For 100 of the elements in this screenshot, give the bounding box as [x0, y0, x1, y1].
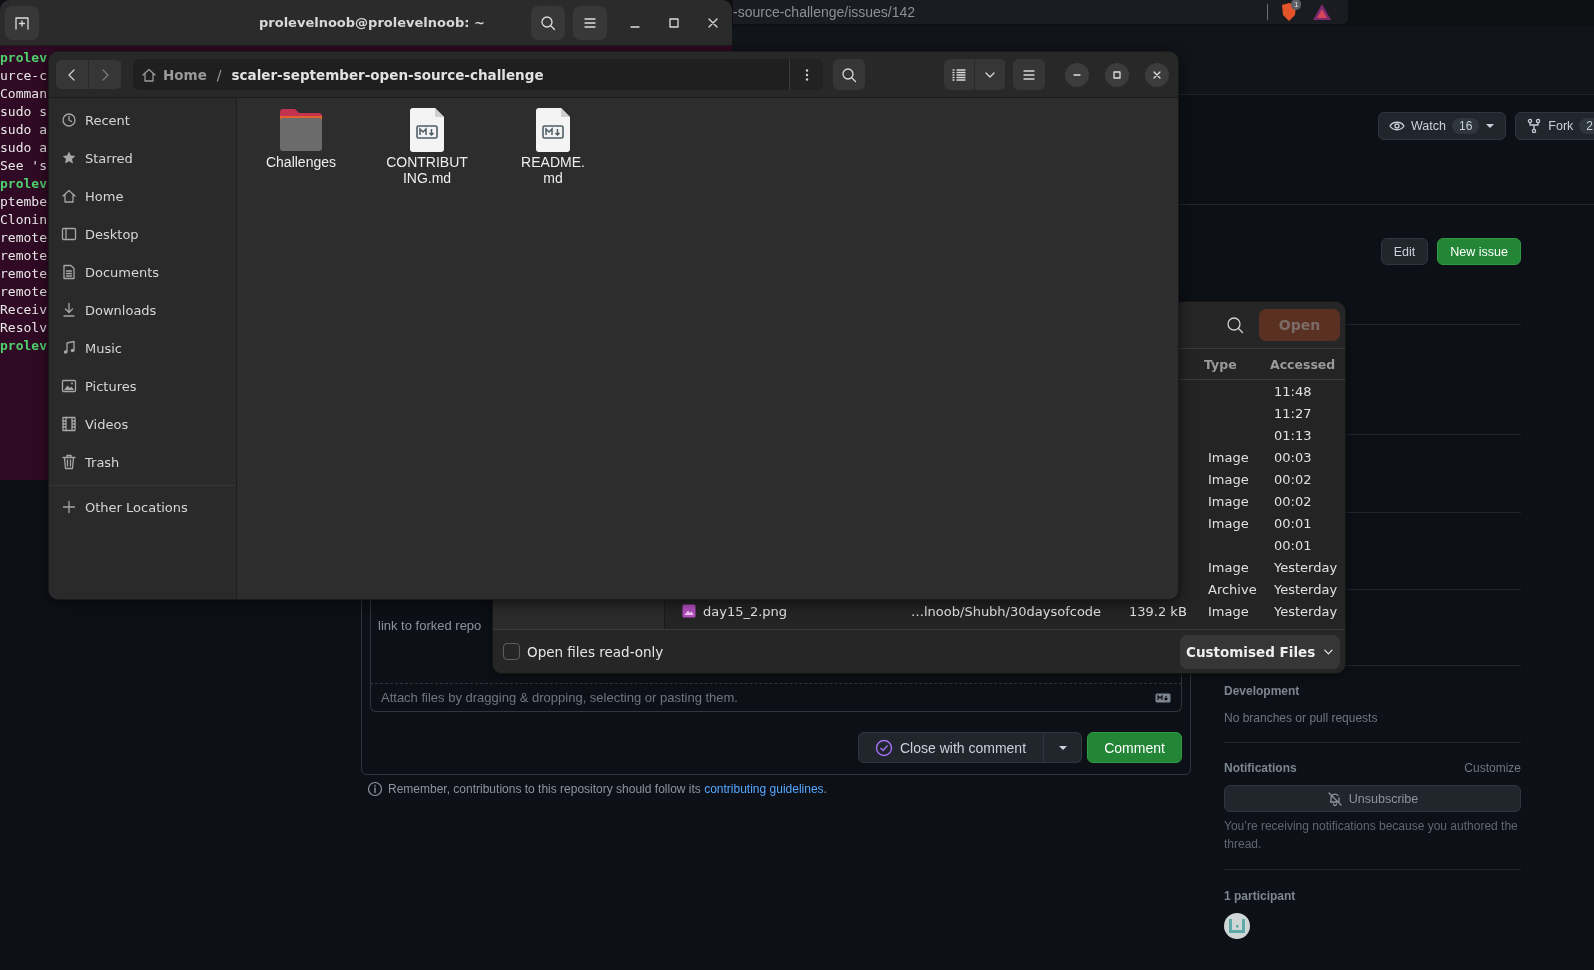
- attach-bar[interactable]: Attach files by dragging & dropping, selecting or pasting them.: [370, 684, 1182, 712]
- access-time: Yesterday: [1274, 581, 1339, 597]
- close-icon: [1153, 70, 1161, 79]
- sidebar-item[interactable]: Music: [49, 329, 236, 367]
- markdown-file-icon: [407, 106, 447, 154]
- new-issue-button[interactable]: New issue: [1437, 238, 1521, 265]
- file-type: Image: [1208, 603, 1250, 619]
- triangle-icon[interactable]: [1312, 3, 1332, 21]
- caret-icon: [1485, 121, 1496, 131]
- terminal-line: prolev: [0, 175, 47, 193]
- file-type: Image: [1208, 471, 1250, 487]
- terminal-line: remote: [0, 229, 47, 247]
- terminal-line: Clonin: [0, 211, 47, 229]
- path-home-button[interactable]: Home: [141, 66, 207, 83]
- maximize-icon: [1113, 70, 1121, 79]
- attach-hint: Attach files by dragging & dropping, selecting or pasting them.: [381, 690, 738, 705]
- home-icon: [141, 66, 157, 83]
- back-button[interactable]: [56, 60, 88, 89]
- access-time: Yesterday: [1274, 603, 1339, 619]
- file-type: Image: [1208, 515, 1250, 531]
- search-button[interactable]: [833, 59, 865, 90]
- path-current[interactable]: scaler-september-open-source-challenge: [231, 66, 544, 83]
- search-icon[interactable]: [1226, 316, 1244, 334]
- search-button[interactable]: [531, 5, 565, 40]
- sidebar-item[interactable]: Starred: [49, 139, 236, 177]
- avatar-icon: [1224, 913, 1250, 939]
- info-icon: [367, 781, 383, 797]
- path-bar[interactable]: Home / scaler-september-open-source-challenge: [133, 59, 789, 90]
- access-time: 01:13: [1274, 427, 1313, 443]
- file-name[interactable]: Challenges: [259, 154, 343, 170]
- checkbox-label[interactable]: Open files read-only: [527, 643, 664, 660]
- notification-badge: 1: [1291, 0, 1302, 10]
- sidebar-item[interactable]: Trash: [49, 443, 236, 481]
- more-icon: [804, 67, 809, 82]
- sidebar-item[interactable]: Other Locations: [49, 488, 236, 526]
- close-button[interactable]: [1145, 62, 1169, 87]
- terminal-line: ptembe: [0, 193, 47, 211]
- list-view-button[interactable]: [944, 59, 974, 90]
- search-icon: [841, 66, 857, 83]
- star-icon: [61, 150, 77, 166]
- sidebar-item[interactable]: Recent: [49, 101, 236, 139]
- film-icon: [61, 416, 77, 432]
- minimize-icon: [1073, 73, 1081, 76]
- sidebar-item[interactable]: Downloads: [49, 291, 236, 329]
- close-button[interactable]: Close with comment: [858, 732, 1044, 763]
- customize-link[interactable]: Customize: [1464, 761, 1521, 775]
- path-separator: /: [216, 66, 222, 83]
- menu-button[interactable]: [1013, 59, 1045, 90]
- filter-dropdown[interactable]: Customised Files: [1180, 634, 1340, 669]
- sidebar-item[interactable]: Desktop: [49, 215, 236, 253]
- trash-icon: [61, 454, 77, 470]
- music-note-icon: [61, 340, 77, 356]
- terminal-line: Comman: [0, 85, 47, 103]
- counter: 2: [1579, 118, 1594, 134]
- sidebar-item[interactable]: Documents: [49, 253, 236, 291]
- window-title: prolevelnoob@prolevelnoob: ~: [258, 15, 486, 30]
- terminal-line: prolev: [0, 337, 47, 355]
- new-tab-button[interactable]: [5, 5, 39, 40]
- window-icon: [61, 226, 77, 242]
- address-bar[interactable]: -source-challenge/issues/142 1: [733, 0, 1348, 24]
- comment-button[interactable]: Comment: [1087, 732, 1182, 763]
- access-time: 00:01: [1274, 537, 1313, 553]
- sidebar-item[interactable]: Home: [49, 177, 236, 215]
- file-name[interactable]: README.md: [511, 154, 595, 186]
- folder-icon: [277, 106, 325, 154]
- plus-icon: [61, 499, 77, 515]
- edit-button[interactable]: Edit: [1380, 238, 1429, 265]
- column-header[interactable]: Accessed: [1270, 356, 1345, 372]
- file-path: …lnoob/Shubh/30daysofcode: [911, 603, 1103, 619]
- maximize-button[interactable]: [1105, 62, 1129, 87]
- view-options-button[interactable]: [975, 59, 1005, 90]
- access-time: 00:03: [1274, 449, 1313, 465]
- watch-button[interactable]: Watch 16: [1378, 112, 1507, 140]
- home-icon: [61, 188, 77, 204]
- terminal-line: remote: [0, 283, 47, 301]
- close-icon[interactable]: [708, 17, 718, 28]
- terminal-line: sudo s: [0, 103, 47, 121]
- guidelines-link[interactable]: contributing guidelines: [704, 782, 824, 796]
- image-icon: [61, 378, 77, 394]
- document-icon: [61, 264, 77, 280]
- minimize-button[interactable]: [1065, 62, 1089, 87]
- read-only-checkbox[interactable]: [503, 643, 520, 660]
- menu-button[interactable]: [573, 5, 607, 40]
- sidebar-item[interactable]: Videos: [49, 405, 236, 443]
- markdown-file-icon: [533, 106, 573, 154]
- minimize-icon[interactable]: [630, 25, 640, 28]
- terminal-line: remote: [0, 265, 47, 283]
- section-text: No branches or pull requests: [1224, 710, 1379, 727]
- unsubscribe-button[interactable]: Unsubscribe: [1224, 785, 1521, 812]
- bell-off-icon: [1326, 790, 1343, 807]
- check-circle-icon: [875, 738, 893, 757]
- terminal-line: remote: [0, 247, 47, 265]
- maximize-icon[interactable]: [669, 17, 679, 28]
- fork-button[interactable]: Fork 2: [1515, 112, 1594, 140]
- access-time: Yesterday: [1274, 559, 1339, 575]
- file-name[interactable]: day15_2.png: [703, 603, 788, 619]
- terminal-line: urce-c: [0, 67, 47, 85]
- sidebar-item[interactable]: Pictures: [49, 367, 236, 405]
- terminal-line: Receiv: [0, 301, 47, 319]
- file-name[interactable]: CONTRIBUTING.md: [385, 154, 469, 186]
